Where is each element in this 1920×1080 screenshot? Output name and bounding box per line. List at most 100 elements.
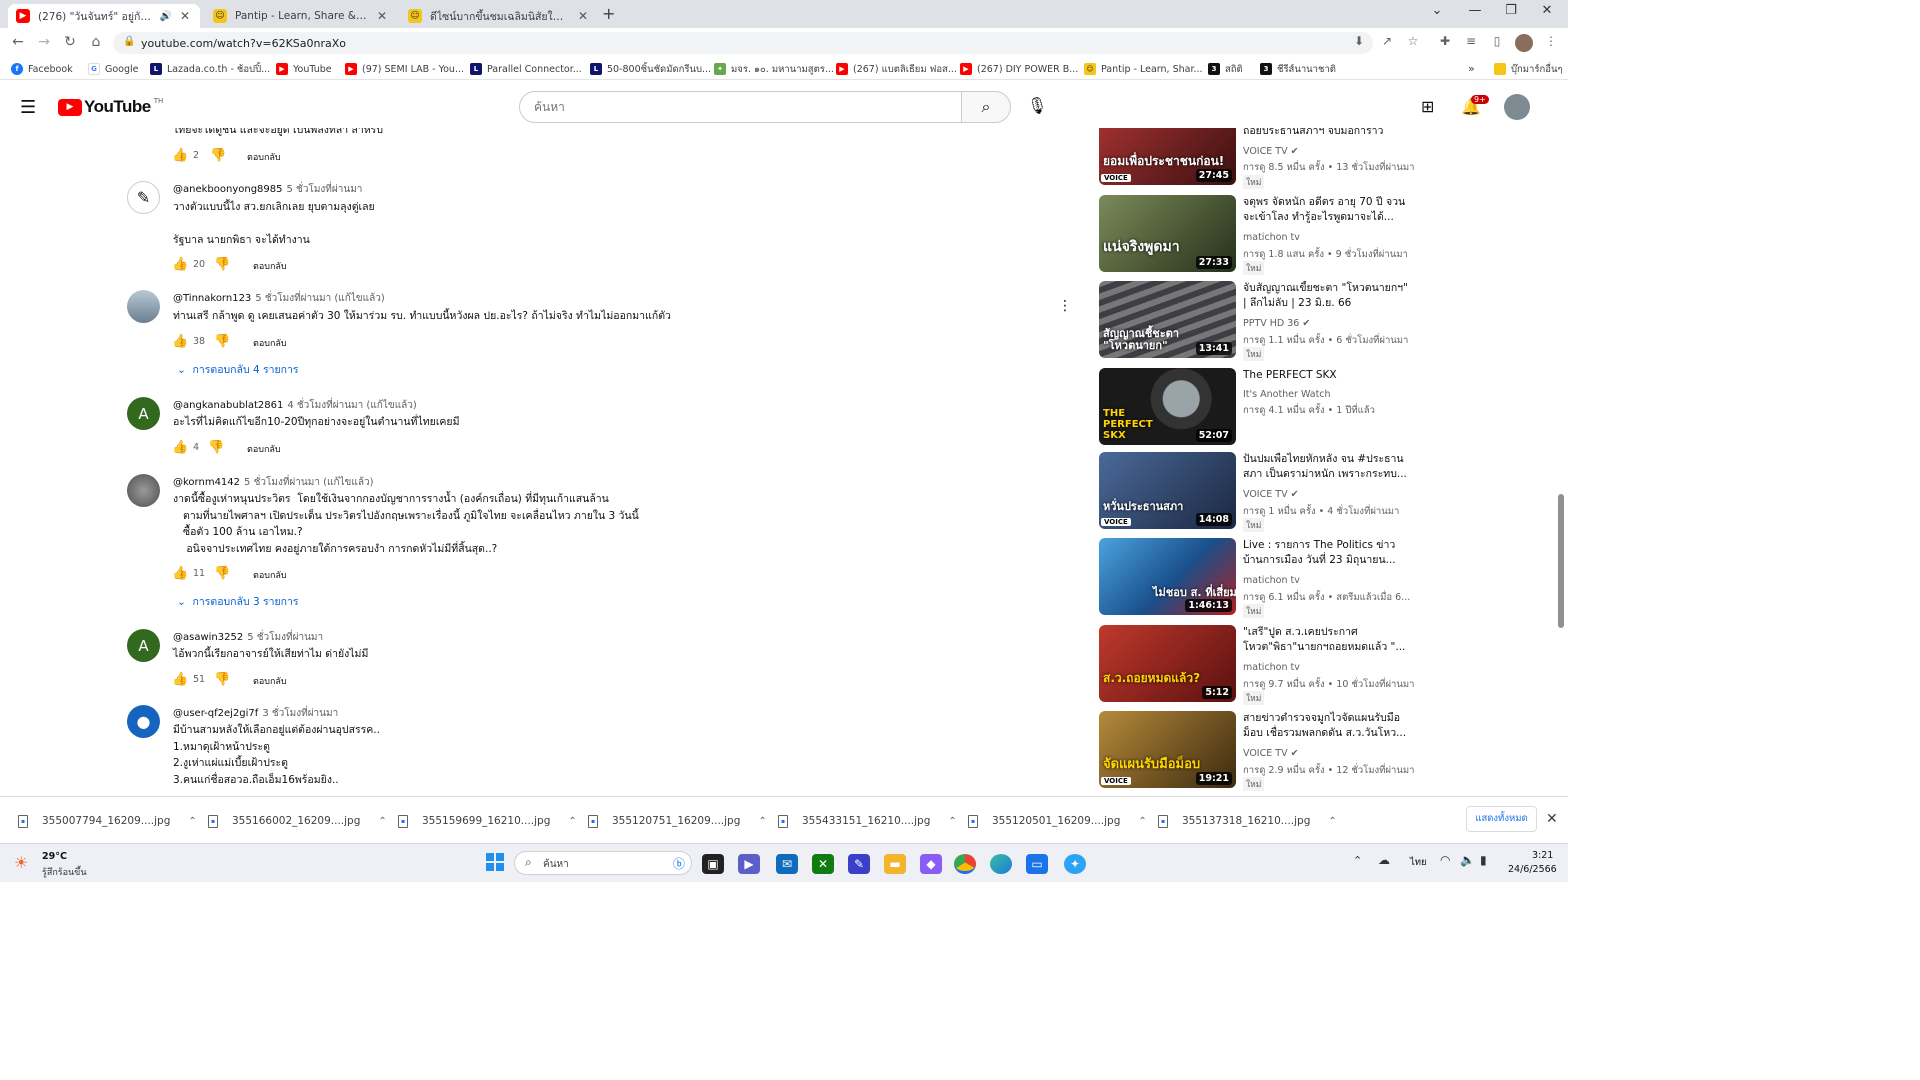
video-title[interactable]: The PERFECT SKX — [1243, 368, 1411, 383]
create-video-icon[interactable]: ⊞ — [1421, 97, 1434, 116]
bookmark-pantip[interactable]: ☺ Pantip - Learn, Shar... — [1084, 62, 1203, 76]
download-item[interactable]: ▪ 355120751_16209....jpg ⌃ — [588, 811, 767, 831]
bookmark-facebook[interactable]: f Facebook — [11, 62, 73, 76]
weather-temp[interactable]: 29°C — [42, 851, 67, 862]
bookmark-star-icon[interactable]: ☆ — [1404, 34, 1422, 52]
tab-search-icon[interactable]: ⌄ — [1422, 3, 1452, 23]
taskbar-search-box[interactable]: ⌕ ค้นหา ⓑ — [514, 851, 692, 875]
wifi-icon[interactable]: ◠ — [1440, 853, 1450, 867]
comment-author[interactable]: @anekboonyong8985 — [173, 184, 283, 195]
cloud-icon[interactable]: ☁ — [1378, 853, 1390, 867]
video-title[interactable]: สายข่าวตำรวจจมูกไวจัดแผนรับมือ ม็อบ เชื่… — [1243, 711, 1411, 741]
recommended-video[interactable]: จัดแผนรับมือม็อบ VOICE 19:21 สายข่าวตำรว… — [1099, 711, 1549, 791]
share-icon[interactable]: ↗ — [1378, 34, 1396, 52]
video-title[interactable]: "เสรี"ปูด ส.ว.เคยประกาศ โหวต"พิธา"นายกฯถ… — [1243, 625, 1411, 655]
recommended-video[interactable]: สัญญาณชี้ชะตา "โหวตนายก" 13:41 จับสัญญาณ… — [1099, 281, 1549, 361]
comment-author[interactable]: @kornm4142 — [173, 477, 240, 488]
comment-time[interactable]: 5 ชั่วโมงที่ผ่านมา — [247, 632, 323, 643]
download-item[interactable]: ▪ 355137318_16210....jpg ⌃ — [1158, 811, 1337, 831]
comment-time[interactable]: 5 ชั่วโมงที่ผ่านมา (แก้ไขแล้ว) — [255, 293, 384, 304]
chrome-icon[interactable] — [954, 854, 976, 874]
speaker-icon[interactable]: 🔊 — [160, 11, 172, 22]
recommended-video[interactable]: THE PERFECT SKX 52:07 The PERFECT SKX It… — [1099, 368, 1549, 448]
volume-icon[interactable]: 🔈 — [1460, 853, 1475, 867]
video-thumbnail[interactable]: จัดแผนรับมือม็อบ VOICE 19:21 — [1099, 711, 1236, 788]
search-input[interactable] — [519, 91, 962, 123]
thumbs-down-icon[interactable]: 👎 — [214, 672, 230, 687]
video-thumbnail[interactable]: ยอมเพื่อประชาชนก่อน! VOICE 27:45 — [1099, 128, 1236, 185]
weather-desc[interactable]: รู้สึกร้อนขึ้น — [42, 865, 86, 879]
chevron-up-icon[interactable]: ⌃ — [1328, 816, 1336, 827]
teams-icon[interactable]: ▶ — [738, 854, 760, 874]
bookmark-lazada-2[interactable]: L 50-800ชิ้นชัดมัดกรีนบ... — [590, 62, 711, 76]
reload-icon[interactable]: ↻ — [60, 34, 80, 52]
chevron-up-icon[interactable]: ⌃ — [948, 816, 956, 827]
install-app-icon[interactable]: ⬇ — [1350, 34, 1368, 52]
thumbs-up-icon[interactable]: 👍 — [172, 440, 188, 455]
avatar[interactable]: ✎ — [127, 181, 160, 214]
bookmark-parallel-connector[interactable]: L Parallel Connector... — [470, 62, 582, 76]
recommended-video[interactable]: หวั่นประธานสภา VOICE 14:08 ปันปมเพื่อไทย… — [1099, 452, 1549, 532]
tab-pantip[interactable]: ☺ Pantip - Learn, Share & Fun ✕ — [205, 4, 397, 28]
chevron-up-icon[interactable]: ⌃ — [378, 816, 386, 827]
bookmark-series[interactable]: 3 ชีรีส์นานาชาติ — [1260, 62, 1336, 76]
bookmark-google[interactable]: G Google — [88, 62, 139, 76]
task-view-icon[interactable]: ▣ — [702, 854, 724, 874]
edge-icon[interactable] — [990, 854, 1012, 874]
avatar[interactable]: A — [127, 397, 160, 430]
thumbs-up-icon[interactable]: 👍 — [172, 672, 188, 687]
menu-kebab-icon[interactable]: ⋮ — [1542, 34, 1560, 52]
recommended-video[interactable]: ไม่ชอบ ส. ที่เสี่ยม ! 1:46:13 Live : ราย… — [1099, 538, 1549, 618]
comment-author[interactable]: @Tinnakorn123 — [173, 293, 251, 304]
other-bookmarks[interactable]: บุ๊กมาร์กอื่นๆ — [1494, 62, 1563, 76]
page-scrollbar[interactable] — [1558, 494, 1564, 628]
tab-youtube-video[interactable]: ▶ (276) "วันจันทร์" อยู่กับเผด็จการทำ 🔊 … — [8, 4, 200, 28]
video-channel[interactable]: It's Another Watch — [1243, 389, 1331, 400]
video-title[interactable]: ปันปมเพื่อไทยหักหลัง จน #ประธาน สภา เป็น… — [1243, 452, 1411, 482]
close-icon[interactable]: ✕ — [576, 9, 590, 23]
restore-icon[interactable]: ❐ — [1496, 3, 1526, 23]
bookmark-dhamma[interactable]: ✦ มจร. ๑๐. มหานามสูตร... — [714, 62, 834, 76]
thumbs-up-icon[interactable]: 👍 — [172, 334, 188, 349]
video-thumbnail[interactable]: ไม่ชอบ ส. ที่เสี่ยม ! 1:46:13 — [1099, 538, 1236, 615]
comment-time[interactable]: 3 ชั่วโมงที่ผ่านมา — [262, 708, 338, 719]
comment-time[interactable]: 5 ชั่วโมงที่ผ่านมา (แก้ไขแล้ว) — [244, 477, 373, 488]
view-replies-button[interactable]: ⌄ การตอบกลับ 3 รายการ — [177, 593, 299, 610]
recommended-video[interactable]: ส.ว.ถอยหมดแล้ว? 5:12 "เสรี"ปูด ส.ว.เคยปร… — [1099, 625, 1549, 705]
avatar[interactable]: A — [127, 629, 160, 662]
profile-avatar[interactable] — [1515, 34, 1533, 52]
reply-button[interactable]: ตอบกลับ — [253, 674, 287, 688]
network-app-icon[interactable]: ✦ — [1064, 854, 1086, 874]
tab-pantip-2[interactable]: ☺ ดีไซน์บากขึ้นชมเฉลิมนิสัยในความก้าวหน้… — [400, 4, 598, 28]
extensions-icon[interactable]: ✚ — [1436, 34, 1454, 52]
new-tab-button[interactable]: + — [602, 4, 615, 23]
download-item[interactable]: ▪ 355159699_16210....jpg ⌃ — [398, 811, 577, 831]
show-all-downloads-button[interactable]: แสดงทั้งหมด — [1466, 806, 1537, 832]
video-channel[interactable]: matichon tv — [1243, 232, 1300, 243]
video-thumbnail[interactable]: แน่จริงพูดมา 27:33 — [1099, 195, 1236, 272]
recommended-video[interactable]: แน่จริงพูดมา 27:33 จตุพร จัดหนัก อดีตร อ… — [1099, 195, 1549, 275]
video-channel[interactable]: PPTV HD 36 ✔ — [1243, 318, 1310, 329]
comment-menu-icon[interactable]: ⋮ — [1058, 298, 1072, 314]
home-icon[interactable]: ⌂ — [86, 34, 106, 52]
account-avatar[interactable] — [1504, 94, 1530, 120]
bookmark-semi-lab[interactable]: ▶ (97) SEMI LAB - You... — [345, 62, 464, 76]
view-replies-button[interactable]: ⌄ การตอบกลับ 4 รายการ — [177, 361, 299, 378]
mail-icon[interactable]: ✉ — [776, 854, 798, 874]
comment-author[interactable]: @asawin3252 — [173, 632, 243, 643]
video-thumbnail[interactable]: สัญญาณชี้ชะตา "โหวตนายก" 13:41 — [1099, 281, 1236, 358]
thumbs-up-icon[interactable]: 👍 — [172, 257, 188, 272]
video-channel[interactable]: VOICE TV ✔ — [1243, 146, 1299, 157]
video-title[interactable]: จับสัญญาณเขี้ยชะตา "โหวตนายกฯ" | ลึกไม่ล… — [1243, 281, 1411, 311]
avatar[interactable] — [127, 474, 160, 507]
chevron-up-icon[interactable]: ⌃ — [188, 816, 196, 827]
bookmark-youtube[interactable]: ▶ YouTube — [276, 62, 332, 76]
chevron-up-icon[interactable]: ⌃ — [1353, 854, 1362, 867]
video-title[interactable]: จตุพร จัดหนัก อดีตร อายุ 70 ปี จวน จะเข้… — [1243, 195, 1411, 225]
download-item[interactable]: ▪ 355007794_16209....jpg ⌃ — [18, 811, 197, 831]
comment-time[interactable]: 5 ชั่วโมงที่ผ่านมา — [287, 184, 363, 195]
microphone-icon[interactable]: 🎙 — [1027, 96, 1047, 115]
weather-icon[interactable]: ☀ — [14, 853, 28, 872]
video-thumbnail[interactable]: ส.ว.ถอยหมดแล้ว? 5:12 — [1099, 625, 1236, 702]
close-icon[interactable]: ✕ — [375, 9, 389, 23]
